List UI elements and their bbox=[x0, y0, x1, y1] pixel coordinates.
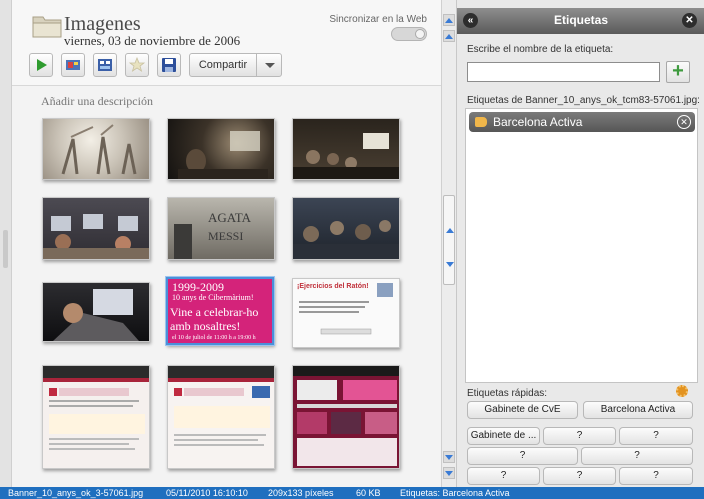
photo-conference-room bbox=[178, 131, 268, 179]
tag-input-label: Escribe el nombre de la etiqueta: bbox=[467, 44, 614, 55]
photo-seated-audience bbox=[293, 220, 399, 259]
photo-computer-class-dark bbox=[293, 133, 399, 179]
scroll-top-button[interactable] bbox=[443, 14, 455, 26]
photo-keyboard-user bbox=[53, 289, 139, 341]
album-date[interactable]: viernes, 03 de noviembre de 2006 bbox=[64, 33, 240, 49]
tag-icon bbox=[475, 117, 487, 127]
quick-tag-button[interactable]: ? bbox=[543, 427, 616, 445]
thumbnail[interactable] bbox=[167, 118, 275, 180]
remove-tag-icon[interactable]: ✕ bbox=[677, 115, 691, 129]
quick-tag-button[interactable]: Gabinete de CvE bbox=[467, 401, 578, 419]
banner-line-2: 10 anys de Cibermàrium! bbox=[172, 293, 254, 302]
thumbnail[interactable]: AGATA MESSI bbox=[167, 197, 275, 260]
svg-text:AGATA: AGATA bbox=[208, 210, 252, 225]
thumbnail-selected[interactable]: 1999-2009 10 anys de Cibermàrium! Vine a… bbox=[166, 277, 274, 345]
album-pane: Imagenes viernes, 03 de noviembre de 200… bbox=[0, 0, 441, 487]
scroll-up-button[interactable] bbox=[443, 30, 455, 42]
arrow-down-icon bbox=[445, 455, 453, 460]
scroll-bottom-button[interactable] bbox=[443, 467, 455, 479]
banner-line-5: el 10 de juliol de 11:00 h a 19:00 h bbox=[172, 335, 256, 341]
gear-icon[interactable] bbox=[676, 385, 688, 397]
screenshot-barcelona-activa-3 bbox=[293, 366, 399, 466]
status-dimensions: 209x133 píxeles bbox=[268, 488, 334, 498]
collage-button[interactable] bbox=[93, 53, 117, 77]
album-description[interactable]: Añadir una descripción bbox=[41, 94, 153, 109]
file-tags-list: Barcelona Activa ✕ bbox=[465, 108, 698, 383]
quick-tag-button[interactable]: ? bbox=[581, 447, 693, 465]
screenshot-barcelona-activa-2 bbox=[168, 366, 274, 446]
status-tags: Etiquetas: Barcelona Activa bbox=[400, 488, 510, 498]
scroll-thumb[interactable] bbox=[443, 195, 455, 285]
play-slideshow-button[interactable] bbox=[29, 53, 53, 77]
ejercicios-page bbox=[299, 283, 393, 335]
quick-tag-button[interactable]: ? bbox=[467, 447, 578, 465]
status-datetime: 05/11/2010 16:10:10 bbox=[166, 488, 248, 498]
arrow-down-icon bbox=[445, 471, 453, 476]
save-icon bbox=[162, 58, 176, 72]
tag-chip-label: Barcelona Activa bbox=[493, 115, 583, 129]
photo-dance-performance bbox=[61, 124, 137, 175]
save-button[interactable] bbox=[157, 53, 181, 77]
album-header: Imagenes viernes, 03 de noviembre de 200… bbox=[12, 0, 441, 86]
add-tag-button[interactable]: + bbox=[666, 61, 690, 83]
close-icon[interactable]: ✕ bbox=[682, 13, 697, 28]
photo-computer-lab bbox=[43, 214, 149, 259]
scroll-down-button[interactable] bbox=[443, 451, 455, 463]
arrow-up-icon bbox=[445, 34, 453, 39]
star-icon bbox=[129, 57, 145, 72]
status-bar: Banner_10_anys_ok_3-57061.jpg 05/11/2010… bbox=[0, 487, 704, 499]
tag-chip[interactable]: Barcelona Activa ✕ bbox=[469, 112, 695, 132]
resize-grip[interactable] bbox=[3, 230, 8, 268]
album-scrollbar[interactable] bbox=[441, 0, 456, 487]
side-resize-handle[interactable] bbox=[0, 0, 12, 487]
tags-panel-titlebar: « Etiquetas ✕ bbox=[457, 8, 704, 34]
slideshow-button[interactable] bbox=[61, 53, 85, 77]
banner-line-4: amb nosaltres! bbox=[170, 319, 241, 333]
status-filename: Banner_10_anys_ok_3-57061.jpg bbox=[8, 488, 144, 498]
plus-icon: + bbox=[672, 60, 684, 82]
thumbnail[interactable] bbox=[292, 365, 400, 469]
quick-tag-button[interactable]: Barcelona Activa bbox=[583, 401, 693, 419]
arrow-down-icon bbox=[446, 262, 454, 267]
sync-toggle[interactable] bbox=[391, 27, 427, 41]
quick-tag-button[interactable]: Gabinete de ... bbox=[467, 427, 540, 445]
tags-panel-title: Etiquetas bbox=[553, 13, 608, 27]
quick-tag-button[interactable]: ? bbox=[619, 427, 693, 445]
photo-exhibition-wall: AGATA MESSI bbox=[174, 210, 252, 259]
tags-panel: « Etiquetas ✕ Escribe el nombre de la et… bbox=[456, 0, 704, 487]
arrow-up-icon bbox=[446, 228, 454, 233]
quick-tag-button[interactable]: ? bbox=[543, 467, 616, 485]
thumbnail[interactable] bbox=[42, 197, 150, 260]
screenshot-barcelona-activa-1 bbox=[43, 366, 149, 450]
thumbnail[interactable] bbox=[42, 365, 150, 469]
sync-label: Sincronizar en la Web bbox=[329, 14, 427, 25]
slideshow-icon bbox=[66, 60, 80, 70]
thumbnail[interactable] bbox=[167, 365, 275, 469]
share-button[interactable]: Compartir bbox=[189, 53, 257, 77]
status-size: 60 KB bbox=[356, 488, 381, 498]
thumbnail[interactable] bbox=[42, 118, 150, 180]
file-tags-label: Etiquetas de Banner_10_anys_ok_tcm83-570… bbox=[467, 95, 700, 106]
thumbnail[interactable] bbox=[292, 118, 400, 180]
quick-tag-button[interactable]: ? bbox=[467, 467, 540, 485]
folder-icon bbox=[32, 16, 62, 38]
banner-line-3: Vine a celebrar-ho bbox=[170, 305, 259, 319]
tag-name-input[interactable] bbox=[467, 62, 660, 82]
thumbnail[interactable] bbox=[42, 282, 150, 342]
arrow-up-icon bbox=[445, 18, 453, 23]
svg-text:MESSI: MESSI bbox=[208, 229, 243, 243]
toggle-knob bbox=[415, 29, 425, 39]
play-icon bbox=[37, 59, 47, 71]
quick-tags-label: Etiquetas rápidas: bbox=[467, 388, 548, 399]
share-dropdown-button[interactable] bbox=[256, 53, 282, 77]
quick-tag-button[interactable]: ? bbox=[619, 467, 693, 485]
collage-icon bbox=[98, 59, 112, 71]
star-button[interactable] bbox=[125, 53, 149, 77]
thumbnail-grid: AGATA MESSI 1999-2009 10 anys de Cibermàr… bbox=[12, 110, 441, 487]
thumbnail[interactable] bbox=[292, 197, 400, 260]
thumbnail[interactable]: ¡Ejercicios del Ratón! bbox=[292, 278, 400, 348]
